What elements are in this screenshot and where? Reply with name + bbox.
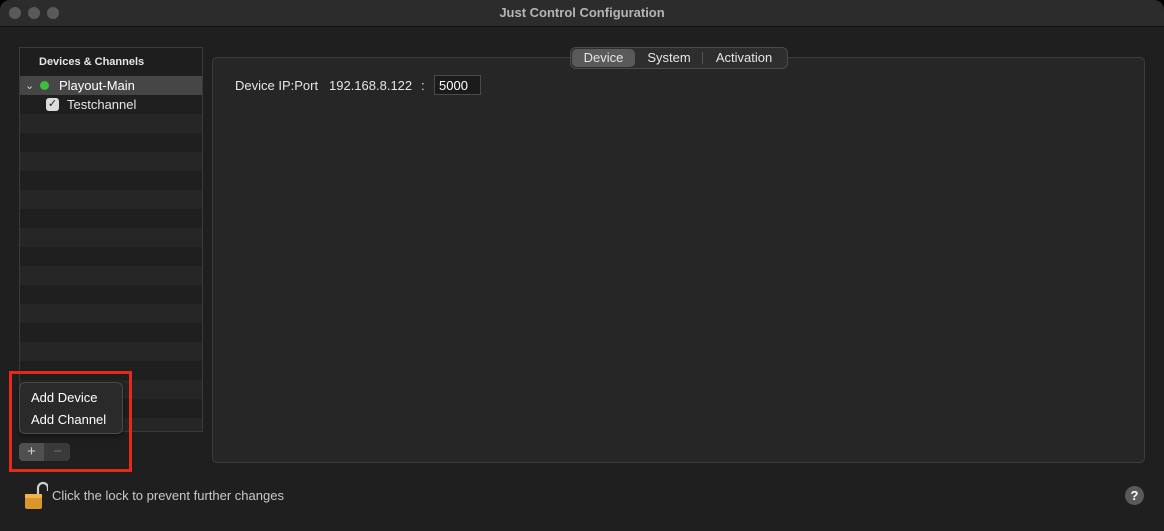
channel-checkbox[interactable]: ✓ (46, 98, 59, 111)
ip-port-separator: : (421, 78, 425, 93)
device-row-playout-main[interactable]: ⌄ Playout-Main (20, 76, 202, 95)
tab-device[interactable]: Device (572, 49, 635, 67)
device-ip-value: 192.168.8.122 (329, 78, 413, 93)
title-bar: Just Control Configuration (0, 0, 1164, 27)
chevron-down-icon[interactable]: ⌄ (25, 79, 34, 92)
tab-bar: Device System Activation (570, 47, 788, 69)
lock-hint-text: Click the lock to prevent further change… (52, 488, 284, 503)
unlocked-lock-icon[interactable] (24, 480, 48, 510)
settings-panel (212, 57, 1145, 463)
tab-activation[interactable]: Activation (703, 49, 785, 67)
config-window: Just Control Configuration Devices & Cha… (0, 0, 1164, 531)
port-field[interactable] (434, 75, 481, 95)
channel-label: Testchannel (67, 97, 137, 112)
tab-system[interactable]: System (637, 49, 701, 67)
window-title: Just Control Configuration (499, 5, 665, 20)
status-online-icon (40, 81, 49, 90)
help-button[interactable]: ? (1125, 486, 1144, 505)
highlight-box (9, 371, 132, 472)
device-label: Playout-Main (59, 78, 135, 93)
sidebar-header: Devices & Channels (20, 48, 202, 76)
device-ip-port-label: Device IP:Port (235, 78, 319, 93)
channel-row-testchannel[interactable]: ✓ Testchannel (20, 95, 202, 114)
